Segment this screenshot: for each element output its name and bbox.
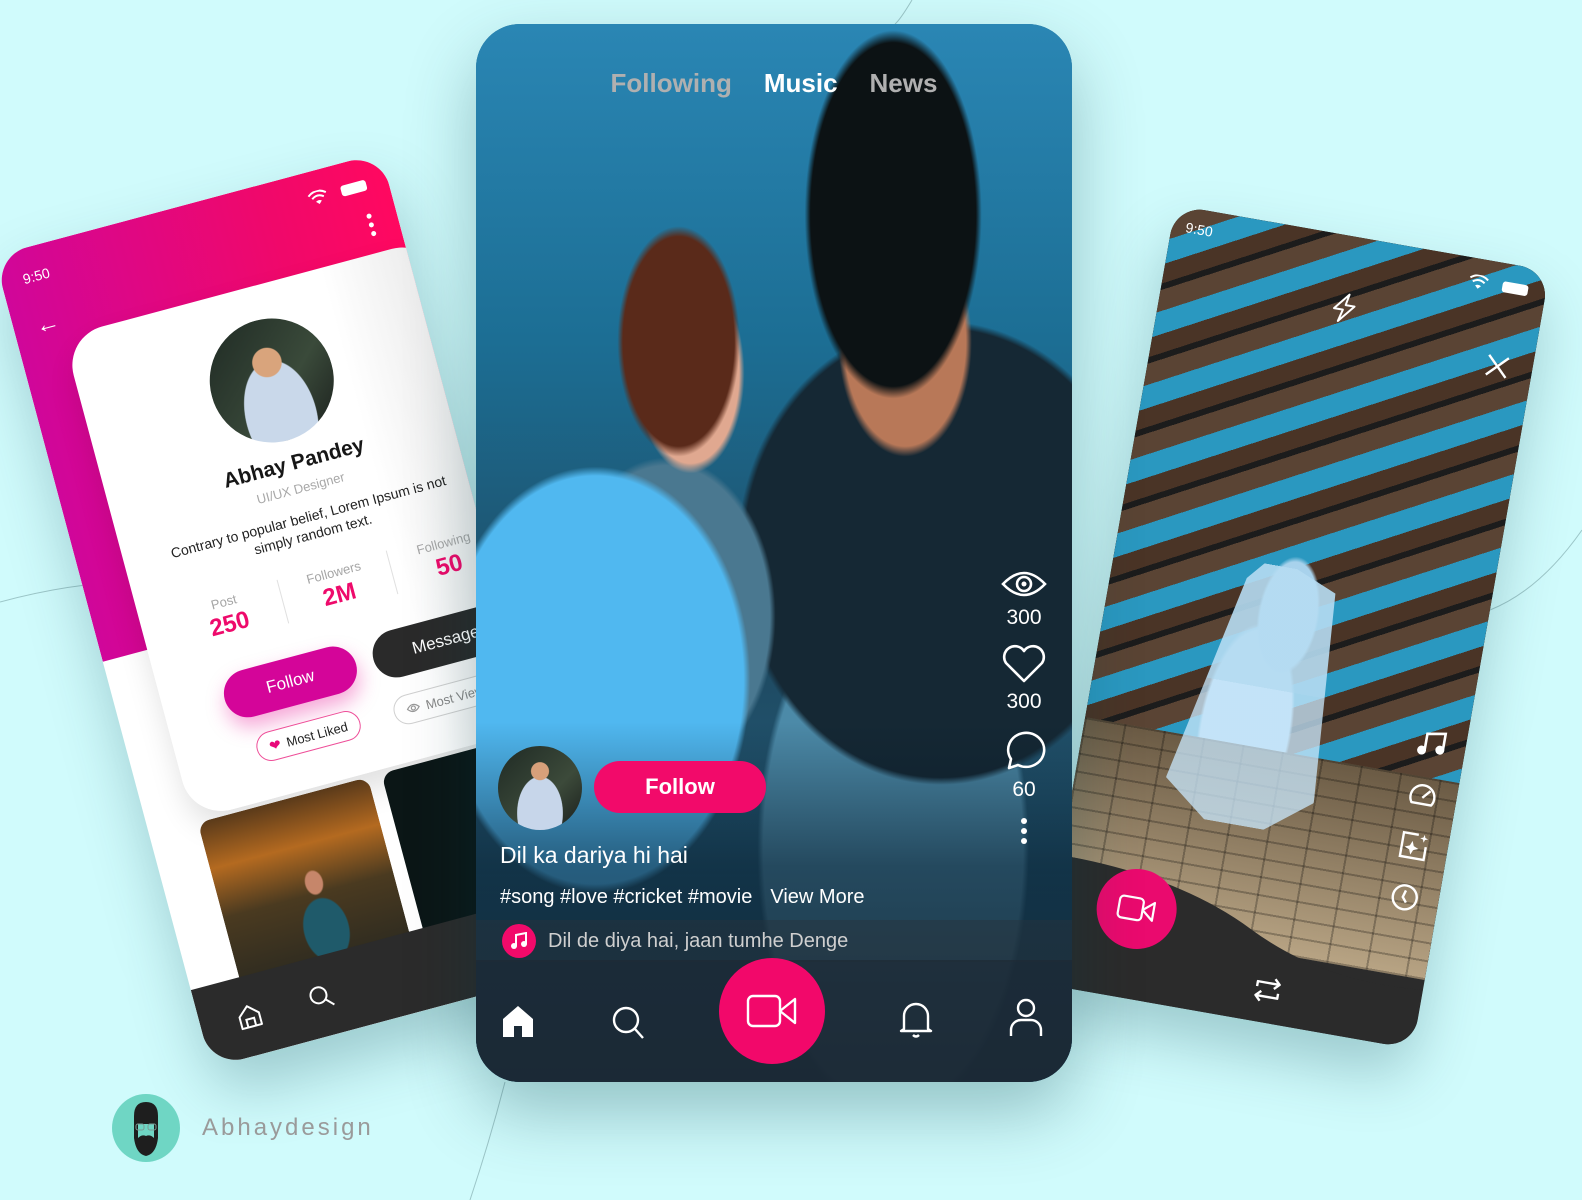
battery-icon — [1501, 280, 1529, 296]
hashtags[interactable]: #song #love #cricket #movie — [500, 886, 752, 909]
heart-icon: ❤ — [267, 735, 283, 754]
tab-news[interactable]: News — [870, 68, 938, 99]
record-video-button[interactable] — [719, 958, 825, 1064]
more-options-icon[interactable] — [1021, 818, 1027, 844]
comment-action[interactable]: 60 — [1001, 728, 1047, 802]
view-more-link[interactable]: View More — [770, 886, 864, 909]
comments-count: 60 — [1012, 778, 1036, 801]
search-icon[interactable] — [610, 1004, 646, 1040]
follow-button[interactable]: Follow — [594, 761, 766, 813]
music-track-name: Dil de diya hai, jaan tumhe Denge — [548, 929, 849, 952]
timer-icon — [1391, 884, 1418, 911]
video-actions: 300 300 60 — [998, 568, 1050, 844]
views-action[interactable]: 300 — [1001, 568, 1047, 630]
speed-tool[interactable] — [1404, 776, 1441, 813]
heart-icon — [1002, 644, 1046, 683]
flash-icon[interactable] — [1328, 290, 1361, 326]
effects-tool[interactable] — [1395, 828, 1432, 865]
search-icon[interactable] — [304, 980, 338, 1014]
brand-name: Abhaydesign — [202, 1114, 374, 1141]
effects-sparkle-icon — [1398, 830, 1429, 862]
home-icon[interactable] — [232, 999, 266, 1033]
video-camera-icon — [746, 994, 797, 1028]
like-action[interactable]: 300 — [1001, 644, 1047, 714]
music-track-bar[interactable]: Dil de diya hai, jaan tumhe Denge — [476, 920, 1072, 962]
more-options-icon[interactable] — [365, 213, 379, 241]
close-icon[interactable] — [1482, 351, 1512, 381]
views-count: 300 — [1006, 606, 1042, 629]
feed-tabs: Following Music News — [476, 68, 1072, 99]
flip-camera-icon[interactable] — [1248, 970, 1287, 1009]
wifi-icon — [307, 189, 327, 205]
music-tool[interactable] — [1413, 725, 1450, 762]
timer-tool[interactable] — [1386, 879, 1423, 916]
follow-button[interactable]: Follow — [218, 641, 363, 723]
feed-phone-mockup: Following Music News 300 300 60 Follow D… — [476, 24, 1072, 1082]
most-liked-chip[interactable]: ❤ Most Liked — [252, 707, 364, 765]
speed-gauge-icon — [1409, 784, 1436, 807]
battery-icon — [339, 179, 368, 197]
bell-icon[interactable] — [898, 998, 934, 1038]
video-caption: #song #love #cricket #movie View More — [500, 886, 864, 909]
home-icon[interactable] — [500, 1004, 536, 1038]
camera-phone-mockup: 9:50 — [1038, 205, 1550, 1049]
eye-icon — [406, 703, 420, 713]
likes-count: 300 — [1006, 690, 1042, 713]
status-bar-icons — [306, 178, 368, 207]
music-note-icon — [502, 924, 536, 958]
status-time: 9:50 — [21, 264, 52, 288]
eye-icon — [1001, 571, 1047, 597]
profile-avatar — [195, 304, 348, 457]
brand-logo — [112, 1094, 180, 1162]
designer-brand: Abhaydesign — [112, 1094, 374, 1162]
bearded-face-icon — [134, 1102, 158, 1156]
creator-avatar[interactable] — [498, 746, 582, 830]
user-icon[interactable] — [1008, 998, 1044, 1038]
video-camera-icon — [1116, 894, 1157, 922]
stat-posts[interactable]: Post 250 — [167, 580, 287, 653]
stat-followers[interactable]: Followers 2M — [276, 550, 398, 624]
comment-icon — [1006, 731, 1046, 770]
video-title: Dil ka dariya hi hai — [500, 842, 688, 868]
back-arrow-icon[interactable]: ← — [32, 308, 62, 341]
chip-label: Most Liked — [284, 718, 350, 750]
tab-following[interactable]: Following — [611, 68, 732, 99]
tab-music[interactable]: Music — [764, 68, 838, 99]
music-note-icon — [1417, 732, 1448, 755]
